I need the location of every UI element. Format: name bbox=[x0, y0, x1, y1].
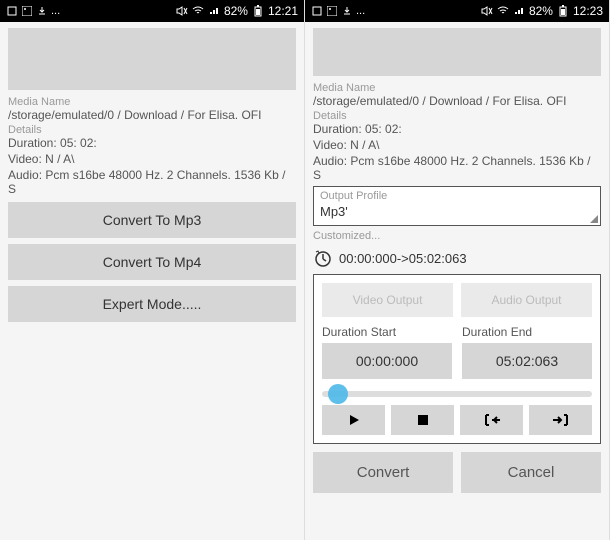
wifi-icon bbox=[192, 5, 204, 17]
mute-icon bbox=[481, 5, 493, 17]
tab-video-output[interactable]: Video Output bbox=[322, 283, 453, 317]
mark-end-button[interactable] bbox=[529, 405, 592, 435]
app-square-icon bbox=[311, 5, 323, 17]
left-pane: ... 82% 12:21 Media Name /storage/emulat… bbox=[0, 0, 305, 540]
resize-handle-icon bbox=[590, 215, 598, 223]
download-icon bbox=[36, 5, 48, 17]
image-icon bbox=[21, 5, 33, 17]
clock-text: 12:21 bbox=[268, 4, 298, 18]
customized-label: Customized... bbox=[313, 230, 601, 242]
details-label: Details bbox=[313, 110, 601, 122]
duration-value: Duration: 05: 02: bbox=[8, 136, 296, 150]
duration-start-label: Duration Start bbox=[322, 325, 452, 339]
convert-button[interactable]: Convert bbox=[313, 452, 453, 493]
convert-mp4-button[interactable]: Convert To Mp4 bbox=[8, 244, 296, 280]
time-range-text: 00:00:000->05:02:063 bbox=[339, 251, 467, 266]
media-name-label: Media Name bbox=[8, 96, 296, 108]
slider-thumb[interactable] bbox=[328, 384, 348, 404]
play-button[interactable] bbox=[322, 405, 385, 435]
play-icon bbox=[347, 413, 361, 427]
status-more: ... bbox=[51, 5, 60, 17]
duration-start-value[interactable]: 00:00:000 bbox=[322, 343, 452, 379]
battery-text: 82% bbox=[224, 4, 248, 18]
mute-icon bbox=[176, 5, 188, 17]
media-name-value: /storage/emulated/0 / Download / For Eli… bbox=[313, 94, 601, 108]
signal-icon bbox=[208, 5, 220, 17]
timer-icon bbox=[313, 248, 333, 268]
output-profile-label: Output Profile bbox=[320, 190, 594, 202]
seek-slider[interactable] bbox=[322, 391, 592, 397]
media-name-value: /storage/emulated/0 / Download / For Eli… bbox=[8, 108, 296, 122]
signal-icon bbox=[513, 5, 525, 17]
mark-start-button[interactable] bbox=[460, 405, 523, 435]
battery-text: 82% bbox=[529, 4, 553, 18]
duration-end-value[interactable]: 05:02:063 bbox=[462, 343, 592, 379]
output-settings-box: Video Output Audio Output Duration Start… bbox=[313, 274, 601, 444]
tab-audio-output[interactable]: Audio Output bbox=[461, 283, 592, 317]
cancel-button[interactable]: Cancel bbox=[461, 452, 601, 493]
battery-icon bbox=[557, 5, 569, 17]
duration-value: Duration: 05: 02: bbox=[313, 122, 601, 136]
convert-mp3-button[interactable]: Convert To Mp3 bbox=[8, 202, 296, 238]
time-range-row: 00:00:000->05:02:063 bbox=[313, 248, 601, 268]
clock-text: 12:23 bbox=[573, 4, 603, 18]
app-square-icon bbox=[6, 5, 18, 17]
wifi-icon bbox=[497, 5, 509, 17]
media-thumbnail bbox=[313, 28, 601, 76]
image-icon bbox=[326, 5, 338, 17]
download-icon bbox=[341, 5, 353, 17]
stop-button[interactable] bbox=[391, 405, 454, 435]
status-more: ... bbox=[356, 5, 365, 17]
duration-end-label: Duration End bbox=[462, 325, 592, 339]
status-bar: ... 82% 12:21 bbox=[0, 0, 304, 22]
expert-mode-button[interactable]: Expert Mode..... bbox=[8, 286, 296, 322]
output-profile-value: Mp3' bbox=[320, 204, 594, 219]
mark-in-icon bbox=[482, 413, 502, 427]
video-value: Video: N / A\ bbox=[313, 138, 601, 152]
video-value: Video: N / A\ bbox=[8, 152, 296, 166]
battery-icon bbox=[252, 5, 264, 17]
audio-value: Audio: Pcm s16be 48000 Hz. 2 Channels. 1… bbox=[8, 168, 296, 196]
status-bar: ... 82% 12:23 bbox=[305, 0, 609, 22]
audio-value: Audio: Pcm s16be 48000 Hz. 2 Channels. 1… bbox=[313, 154, 601, 182]
output-profile-select[interactable]: Output Profile Mp3' bbox=[313, 186, 601, 226]
mark-out-icon bbox=[551, 413, 571, 427]
stop-icon bbox=[416, 413, 430, 427]
media-thumbnail bbox=[8, 28, 296, 90]
media-name-label: Media Name bbox=[313, 82, 601, 94]
details-label: Details bbox=[8, 124, 296, 136]
right-pane: ... 82% 12:23 Media Name /storage/emulat… bbox=[305, 0, 610, 540]
